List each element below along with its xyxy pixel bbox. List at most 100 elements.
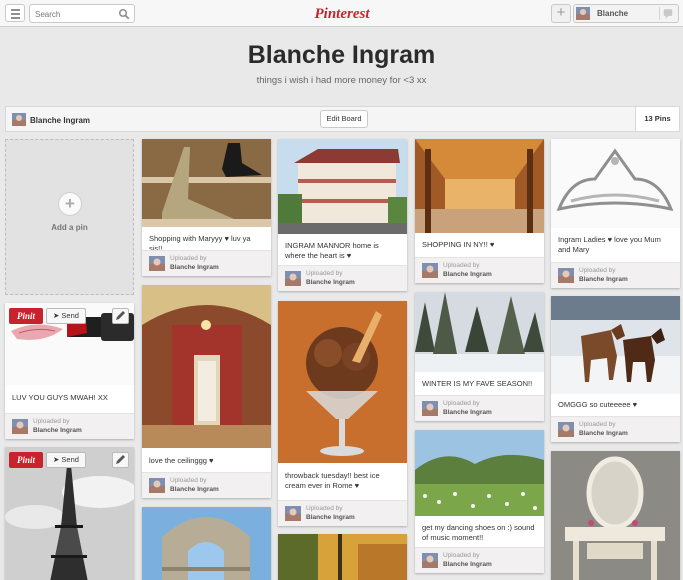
send-label: Send: [61, 311, 79, 320]
avatar[interactable]: [422, 263, 438, 278]
pin-attribution: Uploaded by Blanche Ingram: [5, 413, 134, 439]
pin-image[interactable]: [142, 507, 271, 580]
pin-image[interactable]: [278, 534, 407, 580]
board-info-bar: Blanche Ingram Edit Board 13 Pins: [5, 106, 680, 132]
pin-card[interactable]: [551, 451, 680, 580]
pin-image[interactable]: [278, 139, 407, 234]
avatar[interactable]: [12, 113, 26, 126]
pencil-icon: [116, 311, 125, 320]
uploader-name[interactable]: Blanche Ingram: [33, 427, 82, 434]
uploaded-by-label: Uploaded by: [306, 270, 343, 277]
uploaded-by-label: Uploaded by: [579, 421, 616, 428]
search-box[interactable]: [29, 4, 135, 23]
pin-caption: Ingram Ladies ♥ love you Mum and Mary: [558, 235, 661, 254]
pin-image[interactable]: [415, 292, 544, 372]
send-label: Send: [61, 455, 79, 464]
pin-image[interactable]: [551, 296, 680, 394]
pin-card[interactable]: Ingram Ladies ♥ love you Mum and Mary Up…: [551, 139, 680, 288]
pin-image[interactable]: [551, 451, 680, 580]
pinit-button[interactable]: Pinit: [9, 452, 43, 468]
uploaded-by-label: Uploaded by: [443, 262, 480, 269]
board-description: things i wish i had more money for <3 xx: [256, 75, 427, 86]
pin-attribution: Uploaded by Blanche Ingram: [278, 265, 407, 291]
edit-pin-button[interactable]: [112, 452, 129, 468]
pin-card[interactable]: [278, 534, 407, 580]
pin-attribution: Uploaded by Blanche Ingram: [551, 262, 680, 288]
plus-icon: +: [58, 192, 82, 216]
pencil-icon: [116, 455, 125, 464]
pin-image[interactable]: [551, 139, 680, 228]
uploader-name[interactable]: Blanche Ingram: [579, 276, 628, 283]
pin-attribution: Uploaded by Blanche Ingram: [415, 395, 544, 421]
pin-attribution: Uploaded by Blanche Ingram: [278, 500, 407, 526]
pin-card[interactable]: OMGGG so cuteeeee ♥ Uploaded by Blanche …: [551, 296, 680, 442]
edit-pin-button[interactable]: [112, 308, 129, 324]
pin-caption: INGRAM MANNOR home is where the heart is…: [285, 241, 379, 260]
pin-card[interactable]: get my dancing shoes on :) sound of musi…: [415, 430, 544, 573]
pin-attribution: Uploaded by Blanche Ingram: [551, 416, 680, 442]
pin-image[interactable]: [142, 285, 271, 448]
user-menu-button[interactable]: Blanche: [573, 4, 679, 23]
avatar[interactable]: [558, 268, 574, 283]
logo-text: Pinterest: [315, 6, 371, 22]
pinterest-logo[interactable]: Pinterest: [305, 3, 379, 23]
pin-caption: love the ceilinggg ♥: [149, 456, 214, 465]
add-button[interactable]: +: [551, 4, 571, 23]
pin-image[interactable]: [415, 430, 544, 516]
pin-card[interactable]: Pinit ➤ Send LUV YOU GUYS MWAH! XX Uploa…: [5, 303, 134, 439]
pin-caption: throwback tuesday!! best ice cream ever …: [285, 471, 380, 490]
avatar[interactable]: [12, 419, 28, 434]
uploaded-by-label: Uploaded by: [443, 552, 480, 559]
search-icon[interactable]: [118, 8, 130, 20]
avatar[interactable]: [422, 401, 438, 416]
user-name: Blanche: [597, 9, 629, 18]
uploader-name[interactable]: Blanche Ingram: [306, 514, 355, 521]
pin-card[interactable]: SHOPPING IN NY!! ♥ Uploaded by Blanche I…: [415, 139, 544, 283]
uploaded-by-label: Uploaded by: [306, 505, 343, 512]
pin-attribution: Uploaded by Blanche Ingram: [142, 472, 271, 498]
pin-caption: WINTER IS MY FAVE SEASON!!: [422, 379, 533, 388]
avatar[interactable]: [558, 422, 574, 437]
uploaded-by-label: Uploaded by: [579, 267, 616, 274]
edit-board-button[interactable]: Edit Board: [320, 110, 368, 128]
uploader-name[interactable]: Blanche Ingram: [443, 409, 492, 416]
add-pin-label: Add a pin: [51, 223, 88, 232]
pin-image[interactable]: [278, 301, 407, 463]
pin-card[interactable]: Pinit ➤ Send: [5, 447, 134, 580]
add-pin-tile[interactable]: + Add a pin: [5, 139, 134, 295]
pin-card[interactable]: INGRAM MANNOR home is where the heart is…: [278, 139, 407, 291]
uploaded-by-label: Uploaded by: [443, 400, 480, 407]
pin-image[interactable]: Pinit ➤ Send: [5, 303, 134, 385]
search-input[interactable]: [35, 8, 115, 20]
pin-attribution: Uploaded by Blanche Ingram: [142, 250, 271, 276]
uploader-name[interactable]: Blanche Ingram: [443, 561, 492, 568]
uploader-name[interactable]: Blanche Ingram: [170, 486, 219, 493]
send-button[interactable]: ➤ Send: [46, 452, 86, 468]
uploader-name[interactable]: Blanche Ingram: [443, 271, 492, 278]
pin-image[interactable]: [142, 139, 271, 227]
avatar[interactable]: [285, 506, 301, 521]
pins-count[interactable]: 13 Pins: [635, 107, 679, 131]
uploader-name[interactable]: Blanche Ingram: [170, 264, 219, 271]
send-button[interactable]: ➤ Send: [46, 308, 86, 324]
avatar[interactable]: [149, 478, 165, 493]
avatar[interactable]: [422, 553, 438, 568]
notifications-icon[interactable]: [659, 7, 675, 20]
pin-image[interactable]: [415, 139, 544, 233]
uploader-name[interactable]: Blanche Ingram: [306, 279, 355, 286]
pin-caption: SHOPPING IN NY!! ♥: [422, 240, 495, 249]
pin-image[interactable]: Pinit ➤ Send: [5, 447, 134, 580]
board-owner-name[interactable]: Blanche Ingram: [30, 116, 90, 125]
pin-card[interactable]: love the ceilinggg ♥ Uploaded by Blanche…: [142, 285, 271, 498]
pin-card[interactable]: [142, 507, 271, 580]
pin-card[interactable]: Shopping with Maryyy ♥ luv ya sis!! Uplo…: [142, 139, 271, 276]
pin-card[interactable]: throwback tuesday!! best ice cream ever …: [278, 301, 407, 526]
avatar[interactable]: [149, 256, 165, 271]
pin-card[interactable]: WINTER IS MY FAVE SEASON!! Uploaded by B…: [415, 292, 544, 421]
pin-attribution: Uploaded by Blanche Ingram: [415, 257, 544, 283]
avatar[interactable]: [285, 271, 301, 286]
pinit-button[interactable]: Pinit: [9, 308, 43, 324]
menu-icon[interactable]: [5, 4, 25, 22]
uploader-name[interactable]: Blanche Ingram: [579, 430, 628, 437]
uploaded-by-label: Uploaded by: [170, 255, 207, 262]
